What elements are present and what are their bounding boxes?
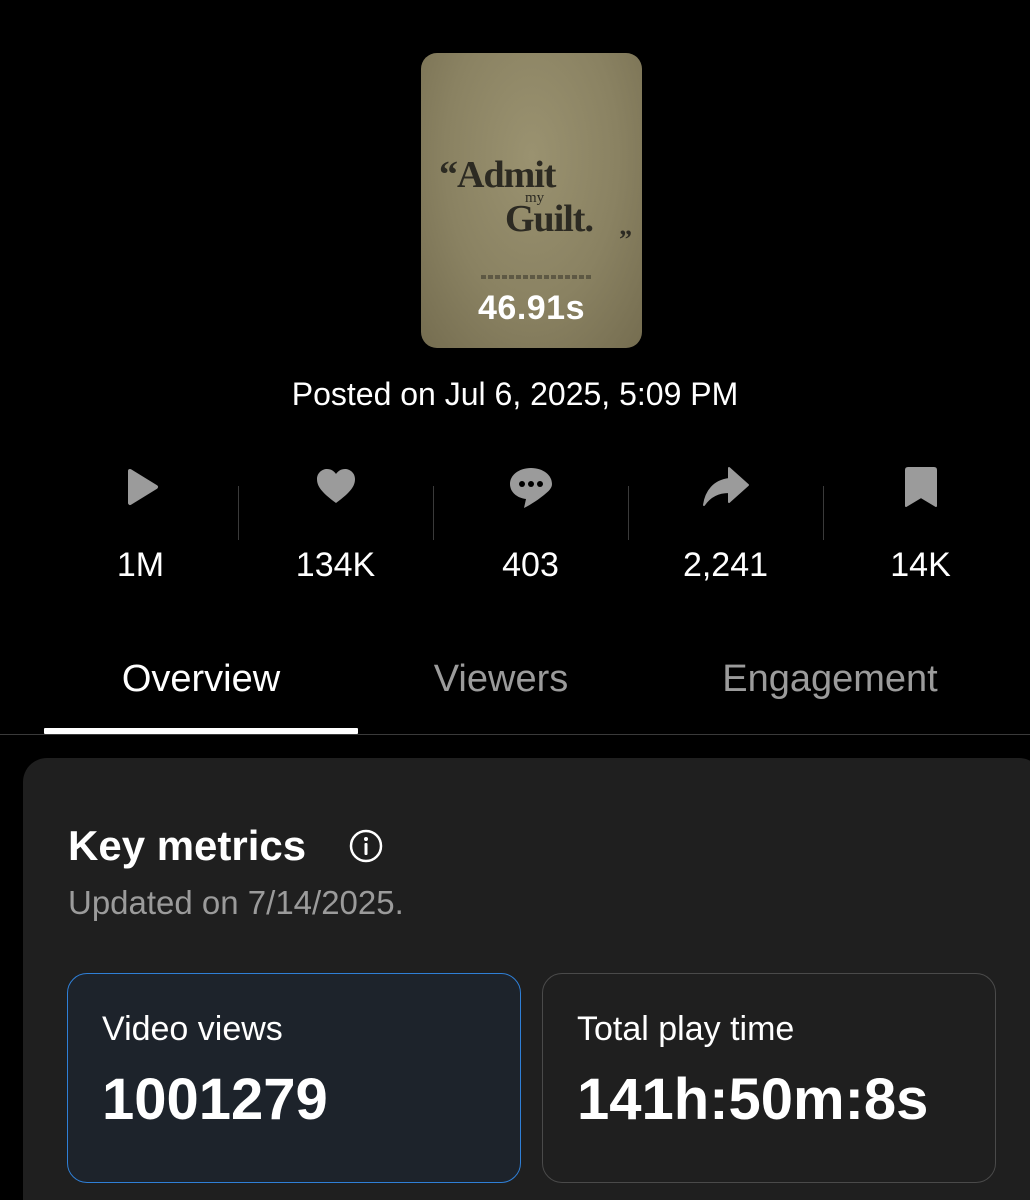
stat-shares: 2,241 xyxy=(628,462,823,592)
tab-overview[interactable]: Overview xyxy=(44,658,358,701)
metric-value: 141h:50m:8s xyxy=(577,1067,929,1132)
tab-engagement[interactable]: Engagement xyxy=(680,658,980,701)
metric-label: Total play time xyxy=(577,1010,795,1048)
stat-likes: 134K xyxy=(238,462,433,592)
bookmark-icon xyxy=(904,467,937,507)
metric-video-views[interactable]: Video views 1001279 xyxy=(67,973,521,1183)
stats-row: 1M 134K 403 2,241 14K xyxy=(0,462,1030,592)
metric-value: 1001279 xyxy=(102,1067,328,1132)
stat-shares-value: 2,241 xyxy=(682,546,769,584)
key-metrics-updated: Updated on 7/14/2025. xyxy=(68,884,404,921)
metric-total-play-time[interactable]: Total play time 141h:50m:8s xyxy=(542,973,996,1183)
stat-saves: 14K xyxy=(823,462,1018,592)
metric-label: Video views xyxy=(102,1010,283,1048)
video-thumbnail[interactable]: “Admit my Guilt. ” 46.91s xyxy=(421,53,642,348)
info-icon[interactable] xyxy=(348,828,384,864)
stat-comments: 403 xyxy=(433,462,628,592)
share-icon xyxy=(702,467,749,506)
analytics-tabs: Overview Viewers Engagement xyxy=(0,640,1030,736)
tabs-divider xyxy=(0,734,1030,735)
tab-viewers[interactable]: Viewers xyxy=(370,658,632,701)
heart-icon xyxy=(316,469,355,503)
posted-date: Posted on Jul 6, 2025, 5:09 PM xyxy=(291,376,739,412)
stat-views: 1M xyxy=(43,462,238,592)
stat-likes-value: 134K xyxy=(295,546,376,584)
comment-icon xyxy=(509,468,552,508)
stat-views-value: 1M xyxy=(116,546,165,584)
key-metrics-card: Key metrics Updated on 7/14/2025. Video … xyxy=(23,758,1030,1200)
thumbnail-text-line3: Guilt. xyxy=(505,198,594,240)
stat-saves-value: 14K xyxy=(890,546,951,584)
thumbnail-close-quote: ” xyxy=(619,225,632,254)
play-icon xyxy=(127,469,158,505)
thumbnail-fine-print xyxy=(481,275,591,279)
key-metrics-title: Key metrics xyxy=(68,822,307,869)
video-analytics-screen: “Admit my Guilt. ” 46.91s Posted on Jul … xyxy=(0,0,1030,1200)
stat-comments-value: 403 xyxy=(502,546,559,584)
video-duration: 46.91s xyxy=(478,289,585,327)
